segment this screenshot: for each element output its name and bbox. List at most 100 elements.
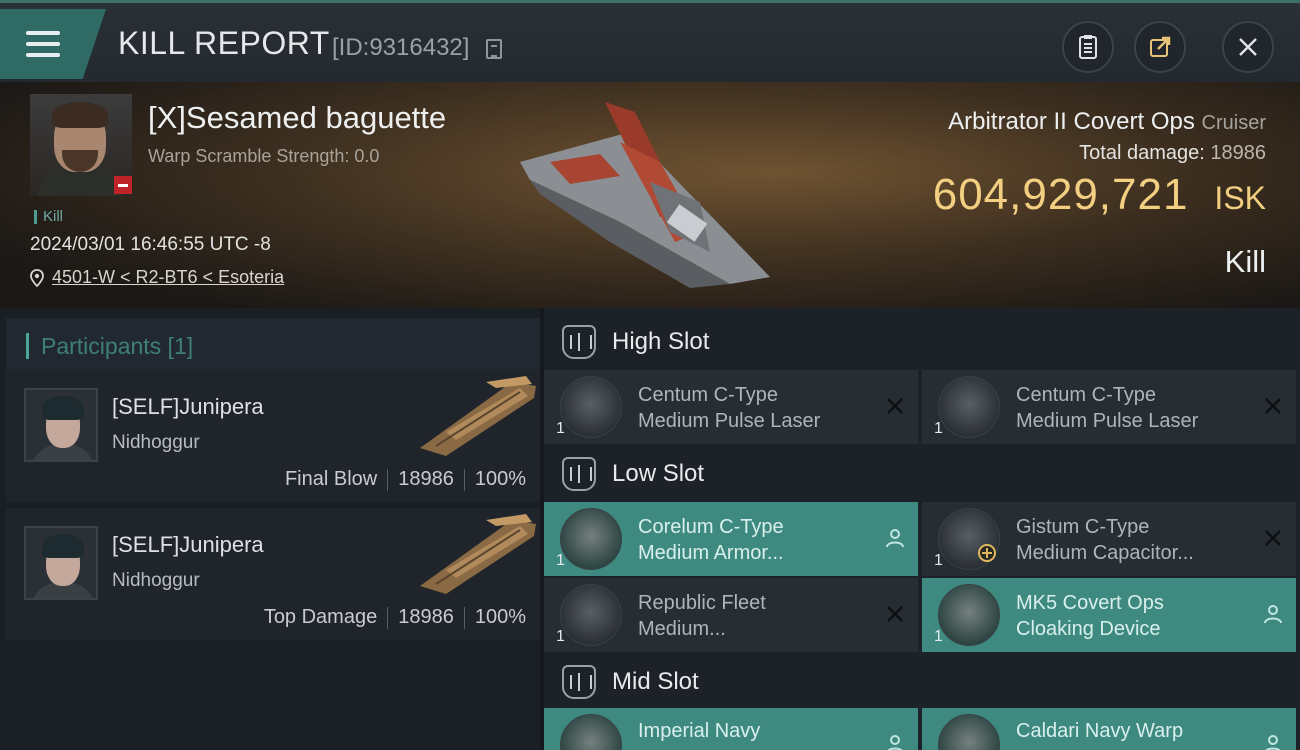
participant-name[interactable]: [SELF]Junipera — [112, 394, 264, 420]
kill-location-link[interactable]: 4501-W < R2-BT6 < Esoteria — [30, 267, 284, 288]
module-name: Corelum C-Type Medium Armor... — [638, 514, 874, 566]
kill-datetime: 2024/03/01 16:46:55 UTC -8 — [30, 234, 271, 255]
pulse-laser-icon — [938, 376, 1000, 438]
isk-value: 604,929,721 — [932, 170, 1189, 219]
plus-icon — [978, 544, 996, 562]
participant-card[interactable]: [SELF]Junipera Nidhoggur Final Blow 1898… — [6, 370, 540, 502]
participant-damage: 18986 — [398, 606, 454, 628]
close-button[interactable] — [1222, 21, 1274, 73]
module-quantity: 1 — [556, 552, 565, 569]
module-name-line2: Medium Armor... — [638, 542, 784, 564]
module-name-line1: Republic Fleet — [638, 592, 766, 614]
participant-percent: 100% — [474, 468, 526, 490]
participant-avatar[interactable] — [24, 526, 98, 600]
module-card[interactable]: 1 Centum C-Type Medium Pulse Laser — [544, 370, 918, 444]
person-icon — [1265, 735, 1281, 750]
participant-role: Top Damage — [263, 606, 378, 628]
participant-name[interactable]: [SELF]Junipera — [112, 532, 264, 558]
participant-ship: Nidhoggur — [112, 432, 200, 453]
module-card[interactable]: 1 Gistum C-Type Medium Capacitor... — [922, 502, 1296, 576]
kill-location: 4501-W < R2-BT6 < Esoteria — [52, 267, 285, 287]
low-slot-title: Low Slot — [612, 460, 705, 487]
menu-button[interactable] — [0, 9, 106, 79]
total-damage: Total damage: 18986 — [1079, 142, 1266, 165]
module-name: MK5 Covert Ops Cloaking Device — [1016, 590, 1252, 642]
isk-unit: ISK — [1214, 180, 1266, 216]
participant-card[interactable]: [SELF]Junipera Nidhoggur Top Damage 1898… — [6, 508, 540, 640]
participant-avatar[interactable] — [24, 388, 98, 462]
kill-id: [ID:9316432] — [332, 34, 470, 61]
participant-stats: Final Blow 18986 100% — [285, 468, 526, 491]
module-name: Gistum C-Type Medium Capacitor... — [1016, 514, 1252, 566]
participants-panel: Participants [1] [SELF]Junipera Nidhoggu… — [0, 308, 540, 750]
heat-sink-icon — [560, 584, 622, 646]
clipboard-icon — [1079, 35, 1097, 59]
warp-disruptor-icon — [938, 714, 1000, 750]
module-name-line2: Medium Capacitor... — [1016, 542, 1194, 564]
participant-stats: Top Damage 18986 100% — [264, 606, 526, 629]
victim-banner: [X]Sesamed baguette Warp Scramble Streng… — [0, 82, 1300, 308]
module-name-line1: Gistum C-Type — [1016, 516, 1150, 538]
top-bar: KILL REPORT [ID:9316432] — [0, 0, 1300, 82]
module-name-line2: Medium Pulse Laser — [1016, 410, 1199, 432]
low-slot-icon — [562, 457, 596, 491]
participant-percent: 100% — [474, 606, 526, 628]
hostile-standing-icon — [114, 176, 132, 194]
high-slot-header: High Slot — [544, 312, 1300, 372]
module-name-line1: Centum C-Type — [638, 384, 779, 406]
module-card[interactable]: 1 Centum C-Type Medium Pulse Laser — [922, 370, 1296, 444]
share-button[interactable] — [1134, 21, 1186, 73]
destroyed-icon — [887, 398, 903, 414]
person-icon — [886, 529, 904, 548]
module-card[interactable]: Imperial Navy — [544, 708, 918, 750]
module-name-line2: Medium Pulse Laser — [638, 410, 821, 432]
module-name: Republic Fleet Medium... — [638, 590, 874, 642]
location-pin-icon — [30, 268, 44, 287]
destroyed-icon — [1265, 530, 1281, 546]
pulse-laser-icon — [560, 376, 622, 438]
module-name-line1: MK5 Covert Ops — [1016, 592, 1164, 614]
module-name: Imperial Navy — [638, 718, 874, 744]
module-name: Caldari Navy Warp — [1016, 718, 1252, 744]
warp-scramble-strength: Warp Scramble Strength: 0.0 — [148, 146, 380, 166]
participants-header: Participants [1] — [6, 318, 540, 374]
victim-ship-name[interactable]: Arbitrator II Covert Ops Cruiser — [948, 108, 1266, 136]
module-name-line1: Centum C-Type — [1016, 384, 1157, 406]
module-name-line2: Cloaking Device — [1016, 618, 1161, 640]
module-name-line2: Medium... — [638, 618, 726, 640]
participant-ship: Nidhoggur — [112, 570, 200, 591]
participant-ship-image[interactable] — [416, 376, 538, 458]
hamburger-icon — [26, 31, 60, 57]
person-icon — [1264, 605, 1282, 624]
module-card[interactable]: 1 MK5 Covert Ops Cloaking Device — [922, 578, 1296, 652]
copy-icon[interactable] — [486, 39, 502, 59]
module-card[interactable]: Caldari Navy Warp — [922, 708, 1296, 750]
clipboard-button[interactable] — [1062, 21, 1114, 73]
low-slot-header: Low Slot — [544, 444, 1300, 504]
participant-damage: 18986 — [398, 468, 454, 490]
module-icon — [560, 714, 622, 750]
share-icon — [1150, 36, 1171, 57]
module-card[interactable]: 1 Corelum C-Type Medium Armor... — [544, 502, 918, 576]
victim-ship-image[interactable] — [510, 102, 780, 292]
module-name-line1: Imperial Navy — [638, 720, 761, 742]
module-quantity: 1 — [934, 420, 943, 437]
high-slot-icon — [562, 325, 596, 359]
module-quantity: 1 — [556, 420, 565, 437]
kill-tag: Kill — [34, 208, 63, 225]
mid-slot-title: Mid Slot — [612, 668, 699, 695]
participant-role: Final Blow — [284, 468, 378, 490]
module-name-line1: Corelum C-Type — [638, 516, 784, 538]
destroyed-icon — [887, 606, 903, 622]
ship-class: Cruiser — [1201, 112, 1266, 134]
fitting-panel: High Slot 1 Centum C-Type Medium Pulse L… — [544, 308, 1300, 750]
participant-ship-image[interactable] — [416, 514, 538, 596]
armor-hardener-icon — [560, 508, 622, 570]
module-card[interactable]: 1 Republic Fleet Medium... — [544, 578, 918, 652]
ship-type-name: Arbitrator II Covert Ops — [948, 108, 1195, 135]
victim-name[interactable]: [X]Sesamed baguette — [148, 100, 446, 136]
destroyed-icon — [1265, 398, 1281, 414]
module-quantity: 1 — [934, 628, 943, 645]
module-name: Centum C-Type Medium Pulse Laser — [638, 382, 874, 434]
participants-label: Participants [1] — [41, 332, 194, 359]
